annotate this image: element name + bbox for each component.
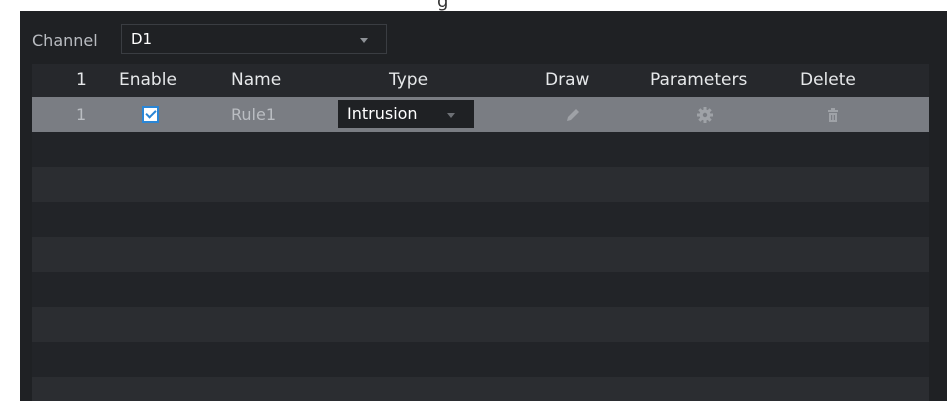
column-header-index: 1 — [76, 70, 87, 90]
chevron-down-icon — [360, 38, 368, 43]
column-header-draw: Draw — [545, 70, 590, 90]
column-header-type: Type — [389, 70, 429, 90]
column-header-enable: Enable — [119, 70, 177, 90]
table-row-empty — [32, 202, 929, 237]
table-row-empty — [32, 237, 929, 272]
table-row-empty — [32, 307, 929, 342]
type-select-value: Intrusion — [347, 104, 418, 123]
table-row-empty — [32, 167, 929, 202]
channel-select[interactable]: D1 — [121, 24, 387, 54]
row-index: 1 — [76, 105, 87, 124]
table-header: 1 Enable Name Type Draw Parameters Delet… — [32, 64, 929, 97]
chevron-down-icon — [447, 113, 455, 118]
rule-name: Rule1 — [231, 105, 277, 124]
rule-config-panel: Channel D1 1 Enable Name Type Draw Param… — [20, 11, 947, 401]
type-select[interactable]: Intrusion — [338, 100, 474, 128]
gear-icon[interactable] — [696, 106, 714, 124]
enable-checkbox[interactable] — [142, 106, 159, 123]
rules-table: 1 Enable Name Type Draw Parameters Delet… — [32, 64, 929, 401]
table-row-empty — [32, 342, 929, 377]
table-row-empty — [32, 132, 929, 167]
column-header-parameters: Parameters — [650, 70, 748, 90]
window-top-strip: g — [0, 0, 947, 12]
trash-icon[interactable] — [824, 106, 842, 124]
column-header-name: Name — [231, 70, 282, 90]
pencil-icon[interactable] — [564, 106, 582, 124]
table-row-empty — [32, 377, 929, 401]
table-row-empty — [32, 272, 929, 307]
channel-select-value: D1 — [131, 30, 153, 48]
channel-label: Channel — [32, 31, 98, 50]
table-row[interactable]: 1 Rule1 Intrusion — [32, 97, 929, 132]
column-header-delete: Delete — [800, 70, 856, 90]
